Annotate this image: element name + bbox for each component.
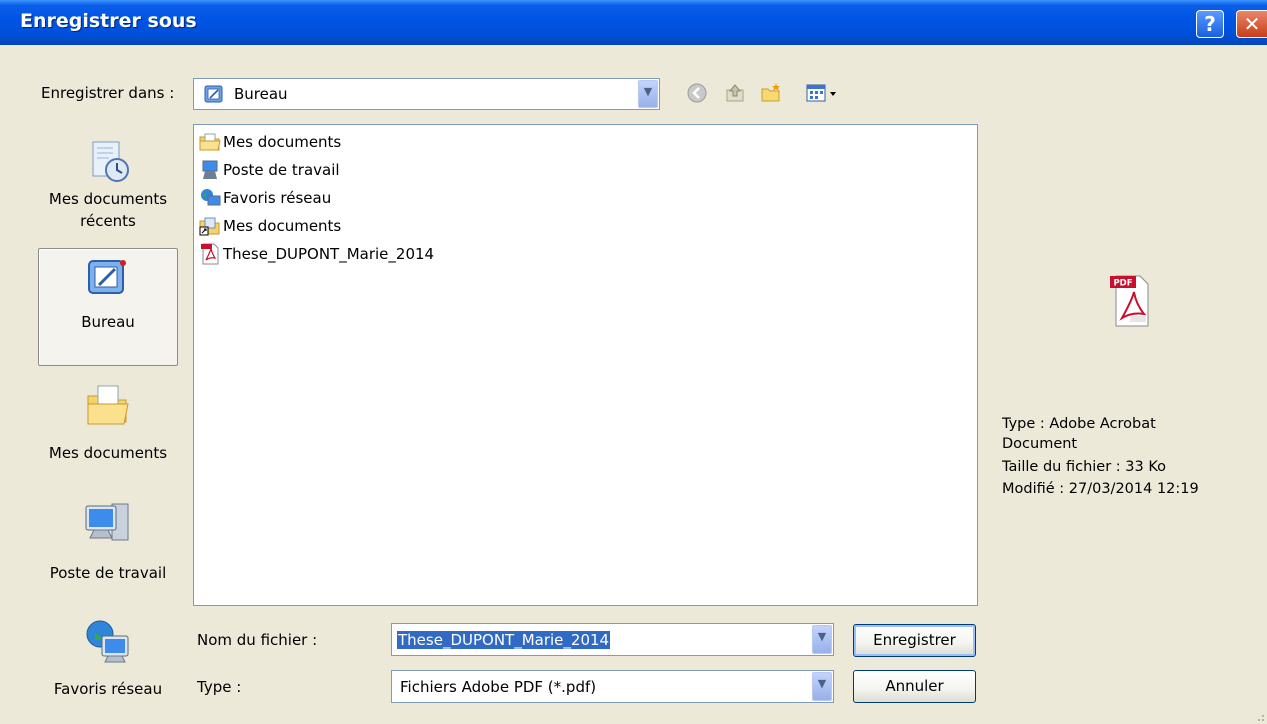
place-label: Mes documents (48, 444, 168, 462)
my-computer-icon (85, 503, 129, 541)
filetype-label: Type : (197, 678, 242, 696)
cancel-button[interactable]: Annuler (853, 670, 976, 703)
folder-shortcut-icon (199, 217, 220, 236)
pdf-file-icon (201, 243, 219, 265)
network-icon (201, 189, 221, 206)
place-label: Mes documents (48, 190, 168, 208)
place-desktop[interactable]: Bureau (38, 248, 178, 366)
save-in-value: Bureau (234, 85, 288, 103)
filename-input[interactable]: These_DUPONT_Marie_2014 ▼ (391, 623, 834, 656)
file-name: Favoris réseau (223, 189, 332, 207)
file-name: Poste de travail (223, 161, 340, 179)
preview-type-cont: Document (1002, 436, 1078, 452)
places-bar: Mes documents récents Bureau Mes documen… (34, 124, 181, 702)
back-icon[interactable] (686, 82, 708, 104)
save-button[interactable]: Enregistrer (853, 624, 976, 657)
pdf-badge-text: PDF (1113, 279, 1132, 289)
folder-documents-icon (199, 133, 221, 151)
list-item[interactable]: Poste de travail (199, 157, 340, 183)
filename-value[interactable]: These_DUPONT_Marie_2014 (397, 631, 611, 649)
view-menu-icon[interactable] (806, 82, 840, 104)
filetype-value: Fichiers Adobe PDF (*.pdf) (400, 678, 597, 696)
place-label: Favoris réseau (53, 680, 163, 698)
up-folder-icon[interactable] (724, 82, 746, 104)
place-label: récents (80, 212, 136, 230)
my-documents-icon (87, 385, 129, 425)
file-name: Mes documents (223, 217, 342, 235)
help-button[interactable]: ? (1196, 10, 1224, 38)
preview-size: Taille du fichier : 33 Ko (1002, 459, 1166, 475)
desktop-small-icon (204, 85, 223, 103)
new-folder-icon[interactable] (760, 82, 782, 104)
place-network[interactable]: Favoris réseau (38, 616, 178, 702)
chevron-down-icon[interactable]: ▼ (638, 80, 658, 108)
place-my-documents[interactable]: Mes documents (38, 376, 178, 476)
list-item[interactable]: These_DUPONT_Marie_2014 (199, 241, 434, 267)
list-item[interactable]: Favoris réseau (199, 185, 331, 211)
desktop-icon (88, 260, 126, 294)
save-in-label: Enregistrer dans : (41, 84, 175, 102)
recent-documents-icon (92, 141, 129, 182)
pdf-preview-icon: PDF (1110, 275, 1149, 327)
file-list[interactable]: Mes documents Poste de travail Favoris r… (193, 124, 978, 606)
resize-grip-icon[interactable] (1253, 710, 1265, 722)
filename-label: Nom du fichier : (197, 631, 318, 649)
network-places-icon (86, 620, 129, 663)
preview-type: Type : Adobe Acrobat (1002, 416, 1156, 432)
place-label: Poste de travail (49, 564, 167, 582)
file-name: These_DUPONT_Marie_2014 (223, 245, 435, 263)
save-in-dropdown[interactable]: Bureau ▼ (193, 78, 660, 110)
window-title: Enregistrer sous (20, 10, 197, 32)
place-label: Bureau (81, 313, 135, 331)
file-name: Mes documents (223, 133, 342, 151)
list-item[interactable]: Mes documents (199, 129, 341, 155)
place-recent-documents[interactable]: Mes documents récents (38, 134, 178, 244)
list-item[interactable]: Mes documents (199, 213, 341, 239)
close-button[interactable]: ✕ (1236, 10, 1267, 38)
chevron-down-icon[interactable]: ▼ (812, 625, 832, 654)
preview-modified: Modifié : 27/03/2014 12:19 (1002, 481, 1199, 497)
place-my-computer[interactable]: Poste de travail (38, 496, 178, 596)
title-bar[interactable]: Enregistrer sous ? ✕ (0, 0, 1267, 45)
chevron-down-icon[interactable]: ▼ (812, 672, 832, 701)
computer-icon (202, 160, 218, 179)
filetype-dropdown[interactable]: Fichiers Adobe PDF (*.pdf) ▼ (391, 670, 834, 703)
